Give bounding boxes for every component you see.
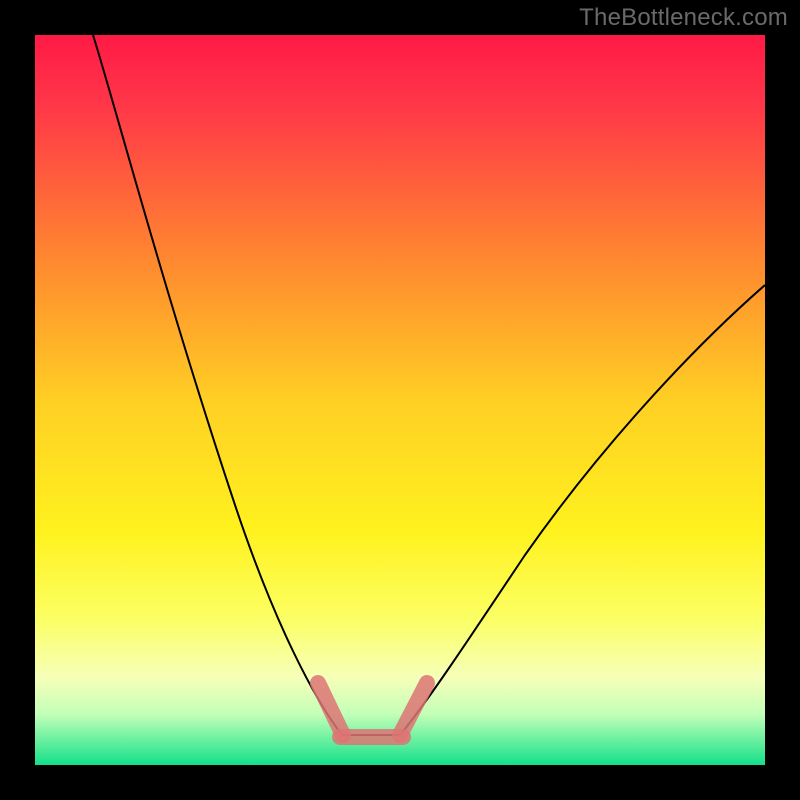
chart-frame: TheBottleneck.com [0, 0, 800, 800]
watermark-text: TheBottleneck.com [579, 4, 788, 32]
highlight-right [400, 683, 427, 735]
highlight-left [318, 683, 343, 735]
right-branch-curve [400, 285, 765, 735]
plot-area [35, 35, 765, 765]
left-branch-curve [93, 35, 342, 735]
curve-layer [35, 35, 765, 765]
